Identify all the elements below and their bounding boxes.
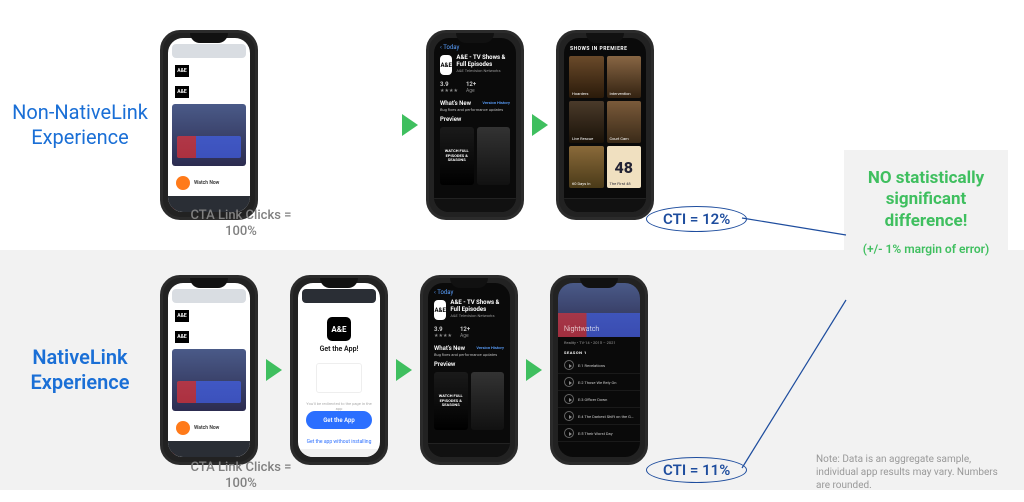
episode-row[interactable]: E:2 Those We Rely On bbox=[558, 374, 640, 391]
cti-badge-bottom: CTI = 11% bbox=[646, 457, 747, 483]
app-stats: 3.9★★★★ 12+Age bbox=[434, 79, 516, 96]
interstitial-note: You'll be redirected to the page in the … bbox=[306, 401, 372, 411]
preview-screenshot: WATCH FULL EPISODES & SEASONS bbox=[440, 127, 474, 185]
app-subtitle: A&E Television Networks bbox=[450, 313, 504, 318]
ae-logo-icon: A&E bbox=[175, 65, 189, 77]
phone-grid: SHOWS IN PREMIERE Hoarders Intervention … bbox=[556, 30, 654, 220]
show-tile[interactable]: Hoarders bbox=[569, 56, 604, 98]
phone-appstore-bottom: ‹ Today A&E A&E - TV Shows & Full Episod… bbox=[420, 275, 518, 465]
addressbar bbox=[172, 44, 246, 58]
app-title: A&E - TV Shows & Full Episodes bbox=[450, 300, 504, 313]
callout-sub: (+/- 1% margin of error) bbox=[854, 242, 998, 256]
play-icon bbox=[176, 421, 190, 435]
watch-now-cta[interactable]: Watch Now bbox=[172, 172, 246, 194]
preview-screenshot bbox=[471, 372, 505, 430]
whats-new-header: What's NewVersion History bbox=[434, 96, 516, 107]
play-icon bbox=[176, 176, 190, 190]
callout-box: NO statistically significant difference!… bbox=[844, 150, 1008, 274]
season-header: SEASON 1 bbox=[558, 348, 640, 357]
flow-bottom: A&E A&E Watch Now Don't Miss The Latest … bbox=[160, 275, 1024, 465]
episode-row[interactable]: E:4 The Darkest Shift on the Gr… bbox=[558, 408, 640, 425]
app-subtitle: A&E Television Networks bbox=[456, 68, 510, 73]
app-icon: A&E bbox=[434, 300, 446, 320]
arrow-icon bbox=[402, 114, 418, 136]
preview-screenshot bbox=[477, 127, 511, 185]
store-tabbar bbox=[428, 443, 510, 457]
watch-now-cta[interactable]: Watch Now bbox=[172, 417, 246, 439]
preview-screenshot: WATCH FULL EPISODES & SEASONS bbox=[434, 372, 468, 430]
cti-badge-top: CTI = 12% bbox=[646, 206, 747, 232]
hero-image bbox=[172, 104, 246, 166]
addressbar bbox=[172, 289, 246, 303]
play-icon bbox=[564, 428, 574, 438]
interstitial-heading: Get the App! bbox=[306, 345, 372, 353]
ae-logo-icon: A&E bbox=[175, 310, 189, 322]
show-tile[interactable]: Court Cam bbox=[607, 101, 642, 143]
app-title: A&E - TV Shows & Full Episodes bbox=[456, 55, 510, 68]
row-label-nativelink: NativeLink Experience bbox=[0, 345, 160, 395]
store-tabbar bbox=[434, 198, 516, 212]
back-link[interactable]: ‹ Today bbox=[428, 283, 510, 296]
episode-row[interactable]: E:3 Officer Down bbox=[558, 391, 640, 408]
arrow-icon bbox=[396, 359, 412, 381]
show-tile[interactable]: 60 Days In bbox=[569, 146, 604, 188]
phone-interstitial: A&E Get the App! You'll be redirected to… bbox=[290, 275, 388, 465]
grid-header: SHOWS IN PREMIERE bbox=[564, 38, 646, 56]
footnote: Note: Data is an aggregate sample, indiv… bbox=[816, 453, 1006, 492]
caption-cta-bottom: CTA Link Clicks = 100% bbox=[186, 460, 296, 491]
show-tile[interactable]: Intervention bbox=[607, 56, 642, 98]
cta-text: Watch Now bbox=[194, 425, 219, 431]
show-meta: Reality • TV-14 • 2015 – 2021 bbox=[558, 337, 640, 348]
back-link[interactable]: ‹ Today bbox=[434, 38, 516, 51]
app-stats: 3.9★★★★ 12+Age bbox=[428, 324, 510, 341]
show-tile[interactable]: The First 48 bbox=[607, 146, 642, 188]
play-icon bbox=[564, 394, 574, 404]
show-title: Nightwatch bbox=[564, 325, 599, 333]
browser-footer bbox=[298, 449, 380, 457]
app-tabbar bbox=[564, 198, 646, 212]
cta-text: Watch Now bbox=[194, 180, 219, 186]
callout-main: NO statistically significant difference! bbox=[854, 168, 998, 232]
episode-row[interactable]: E:1 Revelations bbox=[558, 357, 640, 374]
interstitial-message bbox=[316, 363, 362, 393]
episode-row[interactable]: E:5 Their Worst Day bbox=[558, 425, 640, 442]
play-icon bbox=[564, 360, 574, 370]
arrow-icon bbox=[532, 114, 548, 136]
play-icon bbox=[564, 411, 574, 421]
whats-new-header: What's NewVersion History bbox=[428, 341, 510, 352]
interstitial-addressbar bbox=[302, 289, 376, 303]
preview-header: Preview bbox=[428, 357, 510, 368]
play-icon bbox=[564, 377, 574, 387]
row-label-non-nativelink: Non-NativeLink Experience bbox=[0, 100, 160, 150]
phone-appstore-top: ‹ Today A&E A&E - TV Shows & Full Episod… bbox=[426, 30, 524, 220]
preview-header: Preview bbox=[434, 112, 516, 123]
show-banner: Nightwatch bbox=[558, 283, 640, 337]
arrow-icon bbox=[526, 359, 542, 381]
get-app-button[interactable]: Get the App bbox=[306, 411, 372, 429]
interstitial-app-icon: A&E bbox=[327, 317, 351, 341]
browser-tabbar bbox=[168, 441, 250, 457]
hero-image bbox=[172, 349, 246, 411]
app-icon: A&E bbox=[440, 55, 452, 75]
show-tile[interactable]: Live Rescue bbox=[569, 101, 604, 143]
ae-logo-icon: A&E bbox=[175, 331, 189, 343]
skip-link[interactable]: Get the app without installing bbox=[298, 439, 380, 445]
phone-episode-list: Nightwatch Reality • TV-14 • 2015 – 2021… bbox=[550, 275, 648, 465]
phone-web-top: A&E A&E Watch Now Don't Miss The Latest … bbox=[160, 30, 258, 220]
phone-web-bottom: A&E A&E Watch Now Don't Miss The Latest … bbox=[160, 275, 258, 465]
caption-cta-top: CTA Link Clicks = 100% bbox=[186, 208, 296, 239]
ae-logo-icon: A&E bbox=[175, 86, 189, 98]
arrow-icon bbox=[266, 359, 282, 381]
